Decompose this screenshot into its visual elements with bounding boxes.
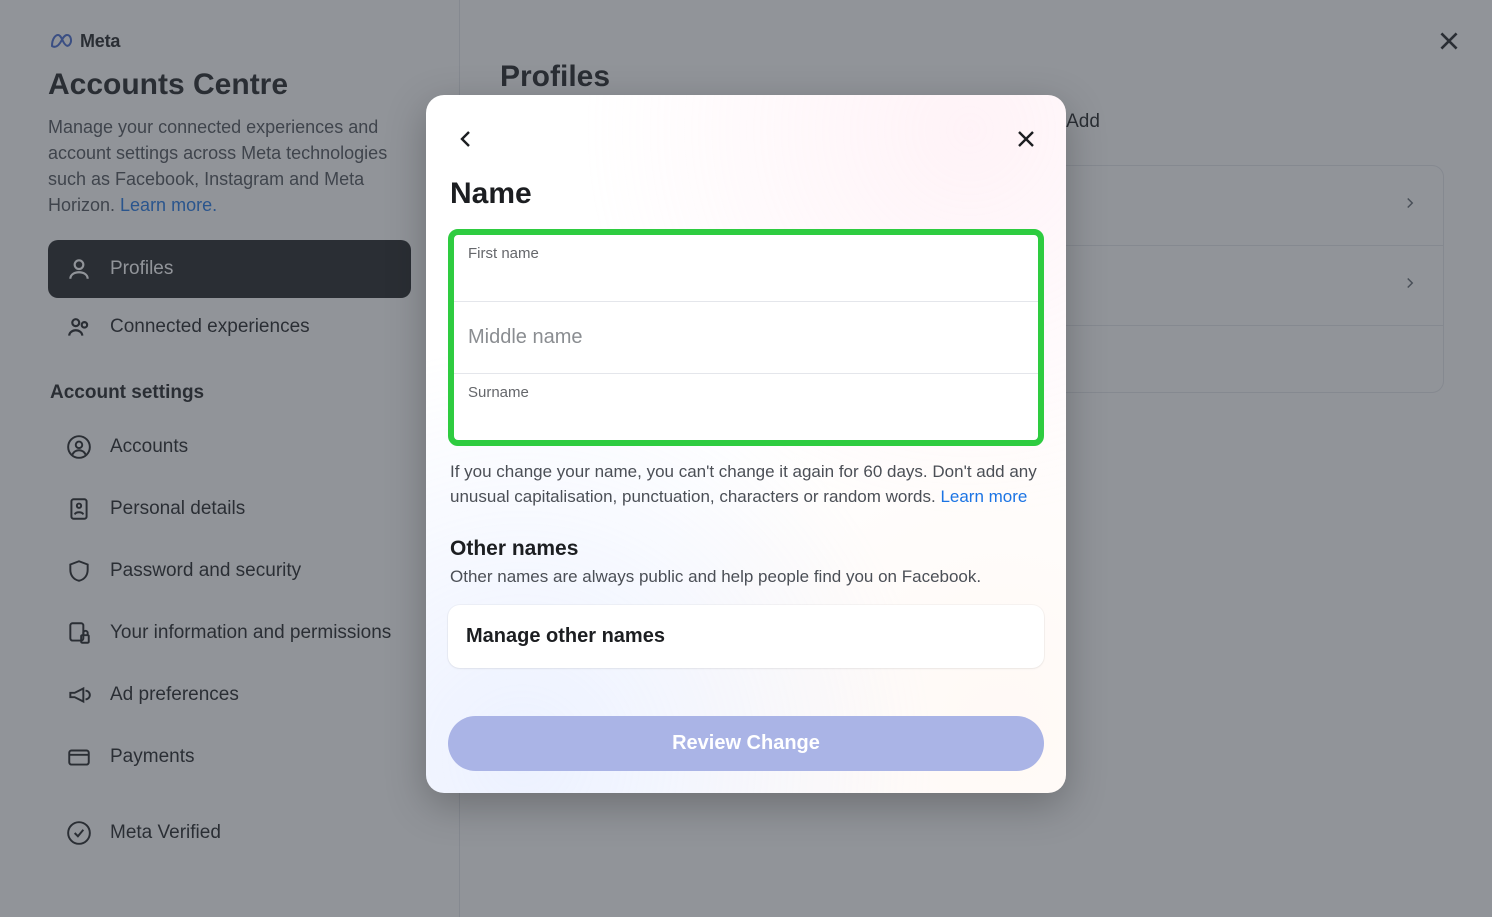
surname-input[interactable] — [468, 403, 1024, 430]
name-help-text: If you change your name, you can't chang… — [450, 460, 1042, 509]
surname-label: Surname — [468, 384, 1024, 401]
manage-other-names-row[interactable]: Manage other names — [448, 605, 1044, 668]
modal-close-button[interactable] — [1008, 123, 1044, 159]
chevron-left-icon — [454, 127, 478, 156]
middle-name-field[interactable] — [454, 302, 1038, 374]
other-names-title: Other names — [450, 537, 1042, 561]
name-modal: Name First name Surname If you change yo… — [426, 95, 1066, 793]
first-name-input[interactable] — [468, 264, 1024, 291]
review-change-button[interactable]: Review Change — [448, 716, 1044, 771]
modal-title: Name — [448, 177, 1044, 211]
first-name-label: First name — [468, 245, 1024, 262]
middle-name-input[interactable] — [468, 324, 1024, 351]
other-names-description: Other names are always public and help p… — [450, 567, 1042, 587]
name-fields-group: First name Surname — [448, 229, 1044, 446]
modal-back-button[interactable] — [448, 123, 484, 159]
close-icon — [1014, 127, 1038, 156]
surname-field[interactable]: Surname — [454, 374, 1038, 440]
manage-other-names-label: Manage other names — [466, 625, 665, 647]
name-help-learn-more-link[interactable]: Learn more — [940, 487, 1027, 506]
first-name-field[interactable]: First name — [454, 235, 1038, 302]
